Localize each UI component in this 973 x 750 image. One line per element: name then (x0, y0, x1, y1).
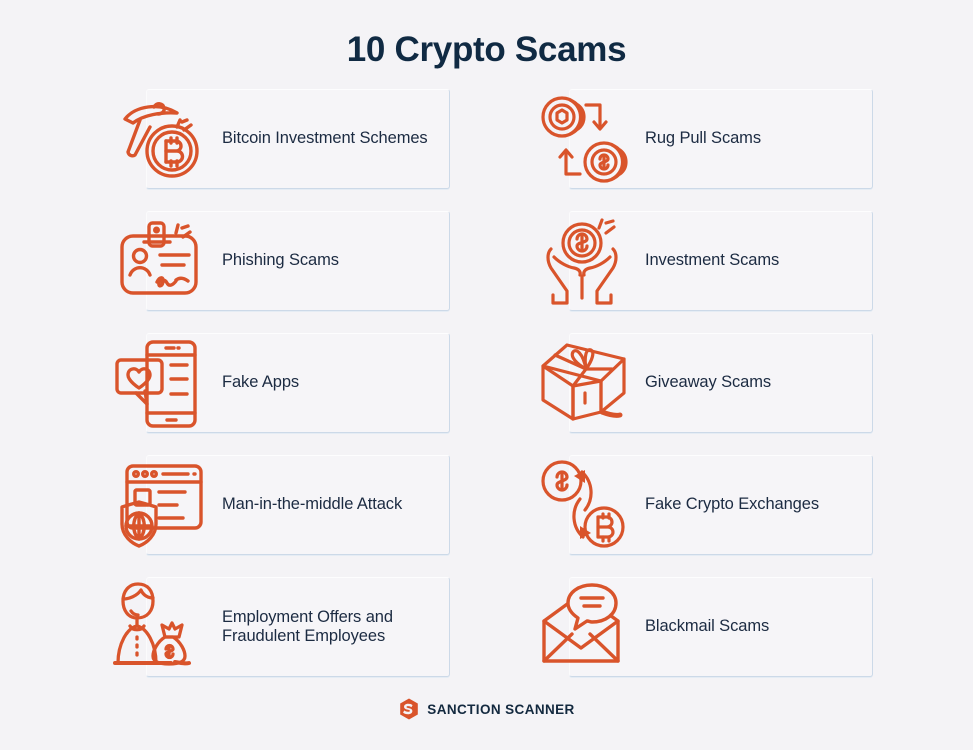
card-label: Man-in-the-middle Attack (222, 495, 403, 514)
card-label: Fake Crypto Exchanges (645, 495, 819, 514)
id-badge-icon (120, 221, 198, 295)
footer-brand-name: SANCTION SCANNER (427, 701, 575, 717)
footer-branding: SANCTION SCANNER (0, 698, 973, 720)
scam-card-blackmail-scams[interactable]: Blackmail Scams (536, 577, 873, 677)
page-title: 10 Crypto Scams (346, 30, 627, 69)
hands-holding-coin-icon (546, 218, 618, 305)
card-label: Blackmail Scams (645, 617, 770, 636)
phone-heart-bubble-icon (115, 340, 197, 428)
scam-card-rug-pull-scams[interactable]: Rug Pull Scams (536, 89, 873, 189)
coins-swap-arrows-icon (541, 96, 628, 183)
envelope-speech-bubble-icon (542, 583, 620, 663)
person-money-bag-icon (113, 582, 191, 666)
dollar-bitcoin-exchange-icon (541, 460, 625, 548)
card-label: Rug Pull Scams (645, 129, 761, 148)
card-row: Fake Apps Giveaway Scams (113, 333, 873, 433)
scam-card-phishing-scams[interactable]: Phishing Scams (113, 211, 450, 311)
scam-card-grid: Bitcoin Investment Schemes Rug Pull Scam… (113, 89, 873, 699)
scam-card-fake-crypto-exchanges[interactable]: Fake Crypto Exchanges (536, 455, 873, 555)
sanction-scanner-hexagon-s-logo (400, 698, 419, 720)
card-label: Bitcoin Investment Schemes (222, 129, 428, 148)
scam-card-employment-offers[interactable]: Employment Offers and Fraudulent Employe… (113, 577, 450, 677)
scam-card-giveaway-scams[interactable]: Giveaway Scams (536, 333, 873, 433)
card-label: Employment Offers and Fraudulent Employe… (222, 607, 393, 646)
card-label: Investment Scams (645, 251, 780, 270)
card-row: Man-in-the-middle Attack Fake Crypto Exc… (113, 455, 873, 555)
scam-card-investment-scams[interactable]: Investment Scams (536, 211, 873, 311)
card-row: Bitcoin Investment Schemes Rug Pull Scam… (113, 89, 873, 189)
card-label: Fake Apps (222, 373, 300, 392)
infographic-page: 10 Crypto Scams Bitcoin Investment Schem… (0, 0, 973, 750)
scam-card-bitcoin-investment-schemes[interactable]: Bitcoin Investment Schemes (113, 89, 450, 189)
card-label: Phishing Scams (222, 251, 339, 270)
card-row: Employment Offers and Fraudulent Employe… (113, 577, 873, 677)
gift-box-icon (541, 343, 626, 421)
scam-card-fake-apps[interactable]: Fake Apps (113, 333, 450, 433)
browser-shield-globe-icon (120, 464, 203, 548)
card-row: Phishing Scams Investment Scams (113, 211, 873, 311)
pickaxe-bitcoin-icon (123, 102, 199, 178)
scam-card-man-in-the-middle-attack[interactable]: Man-in-the-middle Attack (113, 455, 450, 555)
card-label: Giveaway Scams (645, 373, 772, 392)
